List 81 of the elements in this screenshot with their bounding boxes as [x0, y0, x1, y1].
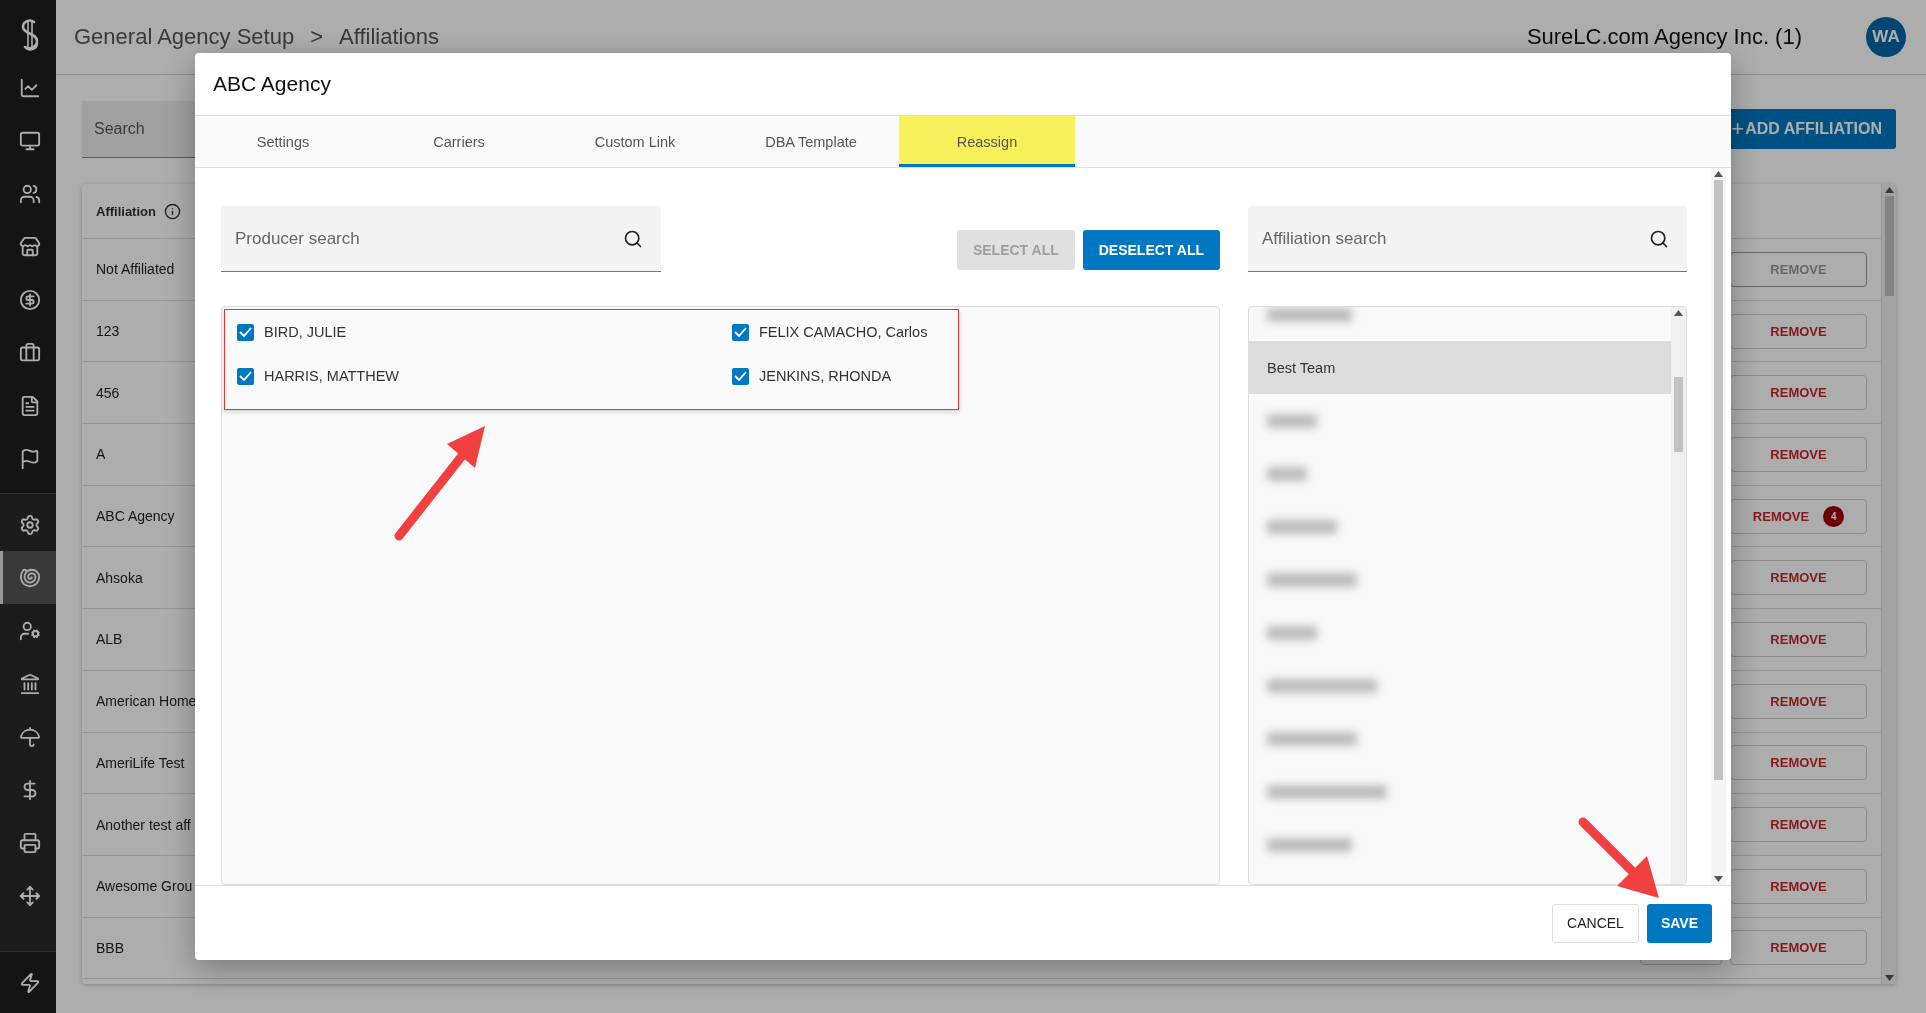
search-icon [623, 228, 643, 249]
briefcase-icon [18, 341, 41, 364]
table-cell: BBB [96, 939, 124, 956]
remove-button[interactable]: REMOVE [1730, 683, 1867, 719]
search-icon [1649, 228, 1669, 249]
table-cell: ALB [96, 631, 123, 648]
remove-button[interactable]: REMOVE 4 [1730, 498, 1867, 534]
settings-icon [18, 513, 41, 536]
producer-search-field[interactable]: Producer search [221, 206, 661, 272]
user-settings-icon [18, 619, 41, 642]
remove-button[interactable]: REMOVE [1730, 436, 1867, 472]
table-cell: 456 [96, 384, 120, 401]
remove-button[interactable]: REMOVE [1730, 807, 1867, 843]
remove-button[interactable]: REMOVE [1730, 745, 1867, 781]
tab[interactable]: DBA Template [723, 116, 899, 167]
info-icon[interactable] [163, 202, 181, 220]
breadcrumb-item: Affiliations [339, 24, 439, 50]
scroll-down-icon[interactable] [1714, 876, 1723, 882]
table-cell: AmeriLife Test [96, 754, 185, 771]
scroll-up-icon[interactable] [1674, 310, 1683, 316]
lightning-icon [18, 971, 41, 994]
checkbox[interactable] [732, 367, 749, 385]
web-icon [18, 566, 41, 589]
scrollbar-thumb[interactable] [1674, 377, 1683, 452]
tab[interactable]: Settings [195, 116, 371, 167]
search-input[interactable]: Producer search [233, 227, 623, 250]
scrollbar[interactable] [1881, 184, 1896, 984]
scrollbar[interactable] [1711, 168, 1726, 885]
scroll-down-icon[interactable] [1884, 975, 1894, 981]
checkbox[interactable] [732, 323, 749, 341]
checkbox[interactable] [237, 323, 254, 341]
remove-button[interactable]: REMOVE [1730, 621, 1867, 657]
table-cell: Another test aff [96, 816, 191, 833]
account-name: SureLC.com Agency Inc. (1) [1526, 24, 1802, 50]
producer-name: BIRD, JULIE [264, 324, 347, 340]
scrollbar-thumb[interactable] [1714, 180, 1723, 780]
producer-name: JENKINS, RHONDA [759, 368, 892, 384]
scroll-up-icon[interactable] [1884, 187, 1894, 193]
remove-button[interactable]: REMOVE [1730, 930, 1867, 966]
search-input[interactable]: Affiliation search [1260, 227, 1649, 250]
remove-button[interactable]: REMOVE [1730, 375, 1867, 411]
table-cell: 123 [96, 323, 120, 340]
affiliation-search-field[interactable]: Affiliation search [1248, 206, 1687, 272]
store-icon [18, 235, 41, 258]
dollar-circle-icon [18, 288, 41, 311]
table-cell: Awesome Grou [96, 878, 193, 895]
count-badge: 4 [1823, 505, 1845, 527]
table-cell: Not Affiliated [96, 261, 175, 278]
remove-button[interactable]: REMOVE [1730, 313, 1867, 349]
user-avatar[interactable]: WA [1866, 17, 1906, 57]
chart-search-icon [18, 76, 41, 99]
umbrella-icon [18, 725, 41, 748]
producer-name: HARRIS, MATTHEW [264, 368, 400, 384]
monitor-icon [18, 129, 41, 152]
table-cell: ABC Agency [96, 508, 175, 525]
remove-button[interactable]: REMOVE [1730, 868, 1867, 904]
users-icon [18, 182, 41, 205]
tab[interactable]: Carriers [371, 116, 547, 167]
save-button[interactable]: SAVE [1646, 903, 1712, 943]
table-cell: A [96, 446, 106, 463]
table-cell: Ahsoka [96, 569, 143, 586]
deselect-all-button[interactable]: DESELECT ALL [1082, 230, 1220, 270]
bank-icon [18, 672, 41, 695]
remove-button[interactable]: REMOVE [1730, 560, 1867, 596]
scrollbar[interactable] [1671, 307, 1686, 884]
producer-name: FELIX CAMACHO, Carlos [759, 324, 928, 340]
table-cell: American Home [96, 693, 197, 710]
tab[interactable]: Custom Link [547, 116, 723, 167]
nav-item[interactable] [0, 551, 56, 604]
breadcrumb-separator: > [310, 24, 323, 50]
scrollbar-thumb[interactable] [1884, 196, 1894, 296]
column-header: Affiliation [96, 203, 156, 219]
arrows-icon [18, 884, 41, 907]
checkbox[interactable] [237, 367, 254, 385]
dialog-title: ABC Agency [212, 71, 332, 97]
breadcrumb-item[interactable]: General Agency Setup [74, 24, 295, 50]
scroll-up-icon[interactable] [1714, 171, 1723, 177]
tab[interactable]: Reassign [899, 116, 1075, 167]
cancel-button[interactable]: CANCEL [1552, 903, 1639, 943]
tray-icon [18, 831, 41, 854]
list-item[interactable]: Best Team [1249, 341, 1671, 394]
